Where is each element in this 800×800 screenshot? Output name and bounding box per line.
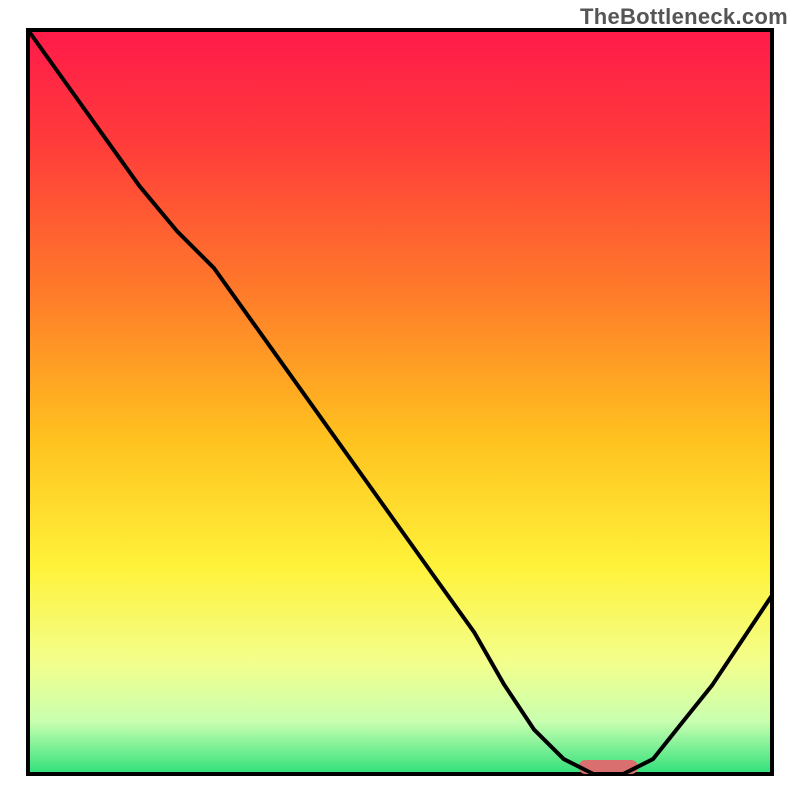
chart-container: { "watermark": "TheBottleneck.com", "cha… bbox=[0, 0, 800, 800]
watermark-text: TheBottleneck.com bbox=[580, 4, 788, 30]
plot-background bbox=[28, 30, 772, 774]
bottleneck-chart-svg bbox=[0, 0, 800, 800]
